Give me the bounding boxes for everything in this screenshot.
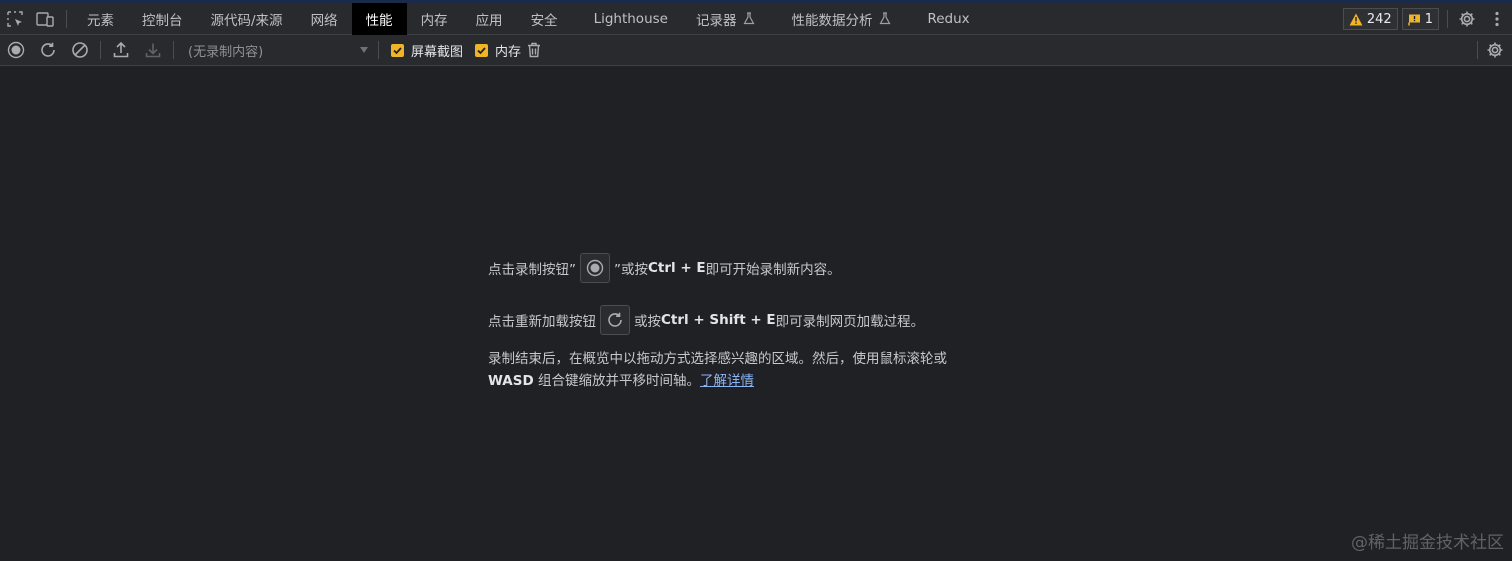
load-profile-button[interactable] (105, 35, 137, 65)
inline-record-button[interactable] (580, 253, 610, 283)
warnings-badge[interactable]: 242 (1342, 8, 1398, 30)
tab-label: Redux (927, 10, 970, 27)
devtools-tabbar: 元素 控制台 源代码/来源 网络 性能 内存 应用 安全 Lighthouse … (0, 2, 1512, 35)
panel-tabs: 元素 控制台 源代码/来源 网络 性能 内存 应用 安全 Lighthouse … (73, 2, 984, 35)
tab-label: 控制台 (142, 12, 183, 29)
toolbar-divider (173, 41, 174, 59)
tab-performance[interactable]: 性能 (351, 2, 407, 35)
issue-flag-icon (1407, 13, 1421, 26)
more-options-icon[interactable] (1482, 3, 1512, 35)
collect-garbage-button[interactable] (521, 35, 547, 65)
issues-badge[interactable]: 1 (1401, 8, 1439, 30)
record-button[interactable] (0, 35, 32, 65)
record-shortcut: Ctrl + E (648, 260, 706, 276)
inline-reload-button[interactable] (600, 305, 630, 335)
navigation-hint-line1: 录制结束后，在概览中以拖动方式选择感兴趣的区域。然后，使用鼠标滚轮或 (488, 351, 947, 367)
device-toolbar-icon[interactable] (30, 3, 60, 35)
reload-hint-prefix: 点击重新加载按钮 (488, 314, 596, 330)
toolbar-divider (378, 41, 379, 59)
reload-hint-suffix: 即可录制网页加载过程。 (775, 314, 925, 330)
tab-sources[interactable]: 源代码/来源 (197, 3, 297, 35)
tab-performance-insights[interactable]: 性能数据分析 (777, 3, 905, 35)
performance-landing-message: 点击录制按钮” ”或按 Ctrl + E 即可开始录制新内容。 点击重新加载按钮… (488, 250, 1048, 392)
watermark: @稀土掘金技术社区 (1351, 533, 1504, 553)
experiment-flask-icon (879, 12, 891, 25)
tab-console[interactable]: 控制台 (128, 3, 197, 35)
tab-label: 应用 (475, 12, 503, 29)
tab-label: 性能 (365, 12, 393, 29)
tab-label: 记录器 (695, 12, 737, 29)
tab-label: Lighthouse (593, 10, 668, 27)
record-hint: 点击录制按钮” ”或按 Ctrl + E 即可开始录制新内容。 (488, 250, 1048, 286)
checkbox-checked-icon (475, 43, 489, 57)
capture-settings-gear-icon[interactable] (1482, 35, 1508, 65)
reload-shortcut: Ctrl + Shift + E (661, 312, 776, 328)
tab-label: 安全 (530, 12, 558, 29)
record-hint-mid: ”或按 (614, 262, 648, 278)
tab-label: 内存 (420, 12, 448, 29)
tab-recorder[interactable]: 记录器 (682, 3, 770, 35)
navigation-hint: 录制结束后，在概览中以拖动方式选择感兴趣的区域。然后，使用鼠标滚轮或 WASD … (488, 348, 1048, 392)
toolbar-divider (100, 41, 101, 59)
settings-gear-icon[interactable] (1452, 3, 1482, 35)
screenshots-checkbox[interactable]: 屏幕截图 (391, 41, 463, 60)
tab-redux[interactable]: Redux (913, 3, 983, 35)
chevron-down-icon (360, 47, 368, 53)
tab-elements[interactable]: 元素 (73, 3, 128, 35)
recording-select-value: (无录制内容) (188, 44, 264, 60)
reload-record-button[interactable] (32, 35, 64, 65)
tab-label: 性能数据分析 (791, 12, 873, 29)
tabbar-divider (66, 9, 67, 28)
issues-count: 1 (1424, 11, 1433, 27)
toolbar-divider (1477, 41, 1478, 59)
tab-label: 源代码/来源 (210, 12, 283, 29)
memory-label: 内存 (495, 44, 522, 60)
save-profile-button[interactable] (137, 35, 169, 65)
inspect-element-icon[interactable] (0, 3, 30, 35)
reload-hint-mid: 或按 (634, 314, 661, 330)
warnings-count: 242 (1366, 11, 1392, 27)
wasd-key: WASD (488, 373, 534, 389)
experiment-flask-icon (743, 12, 755, 25)
navigation-hint-line2: 组合键缩放并平移时间轴。 (533, 373, 700, 389)
record-hint-suffix: 即可开始录制新内容。 (705, 262, 841, 278)
memory-checkbox[interactable]: 内存 (475, 41, 521, 60)
reload-hint: 点击重新加载按钮 或按 Ctrl + Shift + E 即可录制网页加载过程。 (488, 302, 1048, 338)
tabbar-divider (1447, 10, 1448, 28)
checkbox-checked-icon (391, 43, 404, 57)
performance-toolbar: (无录制内容) 屏幕截图 内存 (0, 35, 1512, 66)
tab-application[interactable]: 应用 (462, 3, 517, 35)
record-hint-prefix: 点击录制按钮” (488, 262, 576, 278)
tab-memory[interactable]: 内存 (407, 3, 462, 35)
tab-lighthouse[interactable]: Lighthouse (580, 3, 682, 35)
learn-more-link[interactable]: 了解详情 (700, 373, 754, 389)
warning-icon (1349, 13, 1363, 26)
toolbar-right-controls (1473, 35, 1508, 65)
recording-select[interactable]: (无录制内容) (178, 38, 374, 62)
tab-label: 网络 (310, 12, 338, 29)
tabbar-right-controls: 242 1 (1342, 3, 1512, 35)
tab-security[interactable]: 安全 (517, 3, 572, 35)
clear-button[interactable] (64, 35, 96, 65)
tab-label: 元素 (87, 12, 114, 29)
screenshots-label: 屏幕截图 (411, 44, 464, 60)
tab-network[interactable]: 网络 (297, 3, 352, 35)
